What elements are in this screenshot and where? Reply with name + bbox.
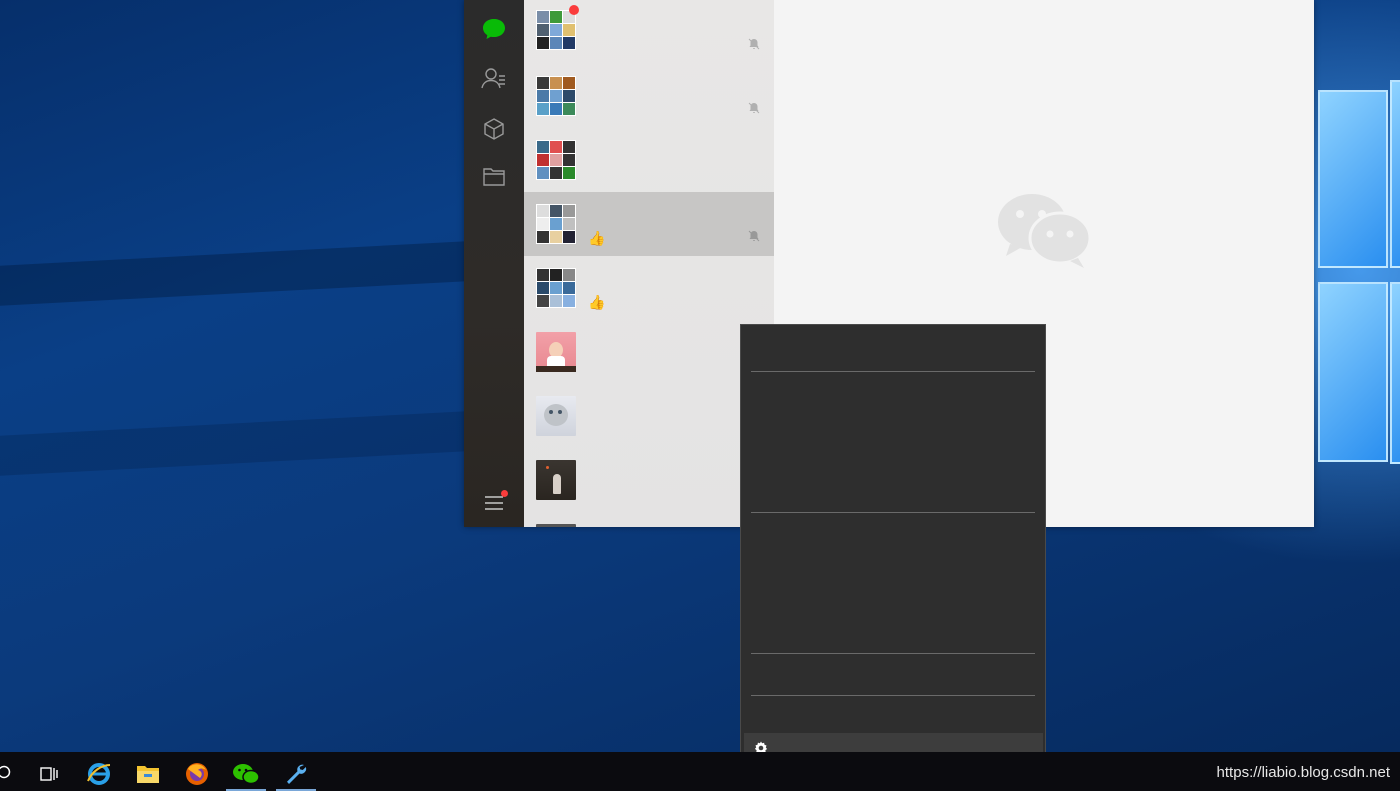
group-avatar xyxy=(536,10,576,50)
tool-wrench-icon[interactable] xyxy=(276,756,316,791)
chat-list-item[interactable] xyxy=(524,320,774,384)
group-avatar xyxy=(536,268,576,308)
internet-explorer-icon[interactable] xyxy=(79,756,119,791)
menu-separator xyxy=(751,371,1035,372)
notification-badge xyxy=(501,490,508,497)
wechat-logo-watermark-icon xyxy=(998,194,1092,268)
cube-icon[interactable] xyxy=(480,115,508,143)
menu-separator xyxy=(751,695,1035,696)
group-avatar xyxy=(536,140,576,180)
contact-avatar xyxy=(536,396,576,436)
chat-list-item[interactable] xyxy=(524,64,774,128)
thumbs-up-emoji: 👍 xyxy=(588,294,606,310)
windows-logo-pane xyxy=(1318,90,1388,268)
chat-list-item[interactable]: 👍 xyxy=(524,256,774,320)
chat-list-item[interactable]: 👍 xyxy=(524,192,774,256)
windows-logo-pane xyxy=(1390,282,1400,464)
mute-bell-icon xyxy=(748,102,760,114)
chat-list-item[interactable] xyxy=(524,448,774,512)
chat-list-item[interactable] xyxy=(524,0,774,64)
mute-bell-icon xyxy=(748,230,760,242)
group-avatar xyxy=(536,76,576,116)
thumbs-up-emoji: 👍 xyxy=(588,230,606,246)
blog-watermark-url: https://liabio.blog.csdn.net xyxy=(1216,764,1390,781)
wechat-more-menu xyxy=(740,324,1046,773)
contact-avatar xyxy=(536,332,576,372)
wechat-sidebar-nav xyxy=(464,0,524,527)
windows-logo-pane xyxy=(1390,80,1400,268)
chat-list: 👍 👍 xyxy=(524,0,774,527)
windows-logo-pane xyxy=(1318,282,1388,462)
chat-list-item[interactable] xyxy=(524,128,774,192)
hamburger-menu-icon[interactable] xyxy=(480,488,508,516)
file-explorer-icon[interactable] xyxy=(128,756,168,791)
chat-list-item[interactable] xyxy=(524,512,774,527)
contact-avatar xyxy=(536,524,576,527)
search-icon[interactable] xyxy=(0,756,26,791)
menu-separator xyxy=(751,512,1035,513)
wechat-icon[interactable] xyxy=(226,756,266,791)
contact-avatar xyxy=(536,460,576,500)
firefox-icon[interactable] xyxy=(177,756,217,791)
group-avatar xyxy=(536,204,576,244)
contacts-icon[interactable] xyxy=(480,64,508,92)
chat-list-item[interactable] xyxy=(524,384,774,448)
unread-badge xyxy=(569,5,579,15)
folder-icon[interactable] xyxy=(480,162,508,190)
menu-separator xyxy=(751,653,1035,654)
mute-bell-icon xyxy=(748,38,760,50)
chat-bubble-icon[interactable] xyxy=(480,15,508,43)
task-view-icon[interactable] xyxy=(29,756,69,791)
windows-taskbar: https://liabio.blog.csdn.net xyxy=(0,752,1400,791)
